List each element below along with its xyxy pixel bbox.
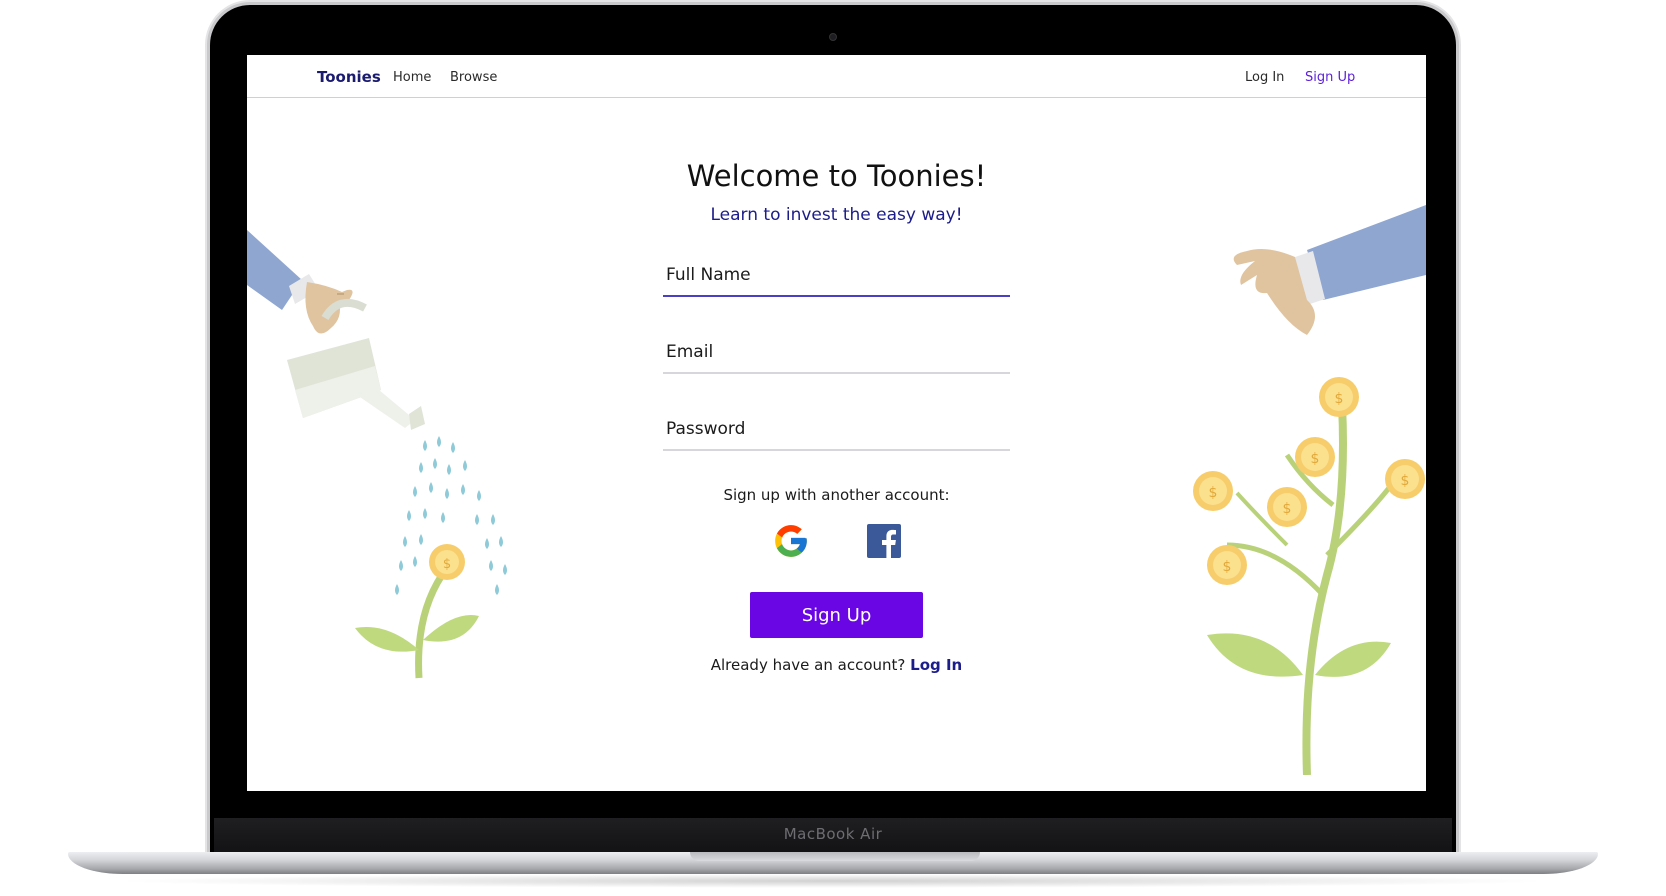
email-field-wrapper [663, 332, 1010, 374]
screen: Toonies Home Browse Log In Sign Up $ $ $… [247, 55, 1426, 791]
svg-text:$: $ [1223, 559, 1232, 575]
login-link[interactable]: Log In [910, 656, 962, 674]
nav-login-link[interactable]: Log In [1245, 70, 1284, 85]
alt-signup-label: Sign up with another account: [723, 486, 950, 504]
laptop-notch [690, 852, 980, 861]
brand-logo[interactable]: Toonies [317, 68, 381, 86]
full-name-input[interactable] [663, 255, 1010, 297]
page-subtitle: Learn to invest the easy way! [710, 205, 963, 225]
login-prompt-text: Already have an account? [710, 656, 911, 674]
laptop-mockup: MacBook Air Toonies Home Browse Log In S… [0, 0, 1666, 896]
login-prompt-row: Already have an account? Log In [247, 656, 1426, 674]
email-input[interactable] [663, 332, 1010, 374]
device-model-label: MacBook Air [783, 825, 883, 843]
laptop-shadow [110, 874, 1556, 888]
google-icon [775, 525, 807, 557]
password-input[interactable] [663, 409, 1010, 451]
svg-text:$: $ [1311, 451, 1320, 467]
facebook-icon [867, 524, 901, 558]
full-name-field-wrapper [663, 255, 1010, 297]
facebook-signup-button[interactable] [865, 522, 903, 560]
navbar: Toonies Home Browse Log In Sign Up [247, 55, 1426, 98]
password-field-wrapper [663, 409, 1010, 451]
svg-text:$: $ [443, 557, 451, 572]
nav-home-link[interactable]: Home [393, 70, 431, 85]
signup-submit-button[interactable]: Sign Up [750, 592, 923, 638]
page-title: Welcome to Toonies! [686, 159, 987, 193]
nav-signup-link[interactable]: Sign Up [1305, 70, 1355, 85]
google-signup-button[interactable] [772, 522, 810, 560]
svg-text:$: $ [1335, 391, 1344, 407]
camera-icon [829, 33, 837, 41]
nav-browse-link[interactable]: Browse [450, 70, 497, 85]
